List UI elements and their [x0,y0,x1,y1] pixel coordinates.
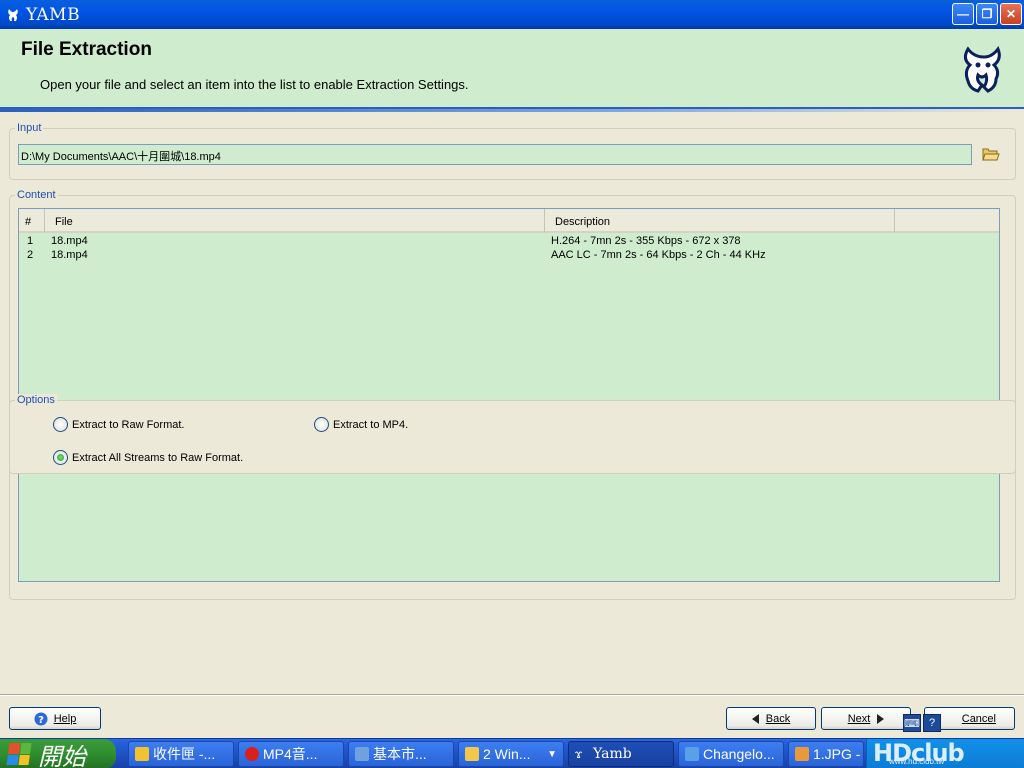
header-divider [0,109,1024,112]
options-group-label: Options [15,394,57,406]
folder-open-icon [982,148,1000,161]
cancel-label: Cancel [961,712,996,725]
window-title: YAMB [26,4,81,25]
extract-mp4-radio[interactable]: Extract to MP4. [314,417,408,432]
column-header-number[interactable]: # [19,209,45,232]
help-button[interactable]: ? Help [9,707,101,730]
row-file: 18.mp4 [51,235,88,247]
list-header: # File Description [19,209,999,233]
start-label: 開始 [38,742,86,768]
options-group: Extract to Raw Format. Extract to MP4. E… [9,400,1016,474]
help-icon: ? [34,712,48,726]
system-tray: HDclub www.hd.club.tw [866,739,1024,768]
windows-logo-icon [6,743,32,765]
back-button[interactable]: Back [726,707,816,730]
button-bar-divider [0,694,1024,696]
taskbar-item-opera[interactable]: MP4音... [238,741,344,767]
task-label: 2 Win... [483,746,531,762]
minimize-icon: — [957,7,969,21]
task-label: 收件匣 -... [153,746,216,762]
next-button[interactable]: Next [821,707,911,730]
maximize-button[interactable]: ❐ [976,3,998,25]
column-header-description[interactable]: Description [545,209,895,232]
back-label: Back [765,712,791,725]
taskbar-item-folder-group[interactable]: 2 Win... ▼ [458,741,564,767]
radio-unchecked-icon [53,417,68,432]
task-label: 基本市... [373,746,427,762]
gnu-icon [4,6,22,24]
gnu-icon: ϫ [575,747,583,761]
folder-icon [465,747,479,761]
row-description: AAC LC - 7mn 2s - 64 Kbps - 2 Ch - 44 KH… [551,249,766,261]
taskbar-item-changelog[interactable]: Changelo... [678,741,784,767]
extract-all-streams-label: Extract All Streams to Raw Format. [72,451,244,464]
minimize-button[interactable]: — [952,3,974,25]
radio-checked-icon [53,450,68,465]
input-path-field[interactable]: D:\My Documents\AAC\十月圍城\18.mp4 [18,144,972,165]
taskbar-item-yamb[interactable]: ϫ Yamb [568,741,674,767]
hdclub-watermark-url: www.hd.club.tw [889,757,945,766]
help-label: Help [53,712,77,725]
svg-text:?: ? [38,715,44,726]
task-label: Yamb [593,746,632,762]
maximize-icon: ❐ [981,7,993,21]
back-arrow-icon [751,713,759,724]
floating-ime-toolbar[interactable]: ⌨ ? [903,714,941,732]
extract-raw-label: Extract to Raw Format. [72,418,185,431]
extract-raw-radio[interactable]: Extract to Raw Format. [53,417,184,432]
task-label: 1.JPG - [813,746,861,762]
taskbar: 開始 收件匣 -... MP4音... 基本市... 2 Win... ▼ ϫ … [0,738,1024,768]
row-number: 2 [27,249,34,261]
input-group-label: Input [15,122,44,134]
taskbar-item-basic[interactable]: 基本市... [348,741,454,767]
image-icon [795,747,809,761]
taskbar-item-inbox[interactable]: 收件匣 -... [128,741,234,767]
list-item[interactable]: 2 18.mp4 AAC LC - 7mn 2s - 64 Kbps - 2 C… [19,249,999,263]
task-label: Changelo... [703,746,775,762]
start-button[interactable]: 開始 [0,739,116,768]
help-small-icon[interactable]: ? [923,714,941,732]
wizard-header: File Extraction Open your file and selec… [0,29,1024,109]
close-icon: ✕ [1005,7,1017,21]
list-item[interactable]: 1 18.mp4 H.264 - 7mn 2s - 355 Kbps - 672… [19,235,999,249]
gnu-logo-icon [960,45,1006,95]
mail-icon [135,747,149,761]
window-title-bar[interactable]: YAMB — ❐ ✕ [0,0,1024,29]
row-description: H.264 - 7mn 2s - 355 Kbps - 672 x 378 [551,235,741,247]
next-arrow-icon [877,713,885,724]
extract-mp4-label: Extract to MP4. [333,418,409,431]
content-group-label: Content [15,189,58,201]
page-title: File Extraction [21,39,152,60]
window-icon [355,747,369,761]
row-number: 1 [27,235,34,247]
radio-unchecked-icon [314,417,329,432]
column-header-file[interactable]: File [45,209,545,232]
chevron-down-icon: ▼ [547,748,557,760]
task-label: MP4音... [263,746,318,762]
row-file: 18.mp4 [51,249,88,261]
content-list[interactable]: # File Description 1 18.mp4 H.264 - 7mn … [18,208,1000,582]
keyboard-icon[interactable]: ⌨ [903,714,921,732]
taskbar-item-image[interactable]: 1.JPG - [788,741,864,767]
opera-icon [245,747,259,761]
close-button[interactable]: ✕ [1000,3,1022,25]
next-label: Next [847,712,871,725]
extract-all-streams-radio[interactable]: Extract All Streams to Raw Format. [53,450,243,465]
browse-folder-button[interactable] [981,144,1001,164]
document-icon [685,747,699,761]
page-subtitle: Open your file and select an item into t… [40,77,469,92]
